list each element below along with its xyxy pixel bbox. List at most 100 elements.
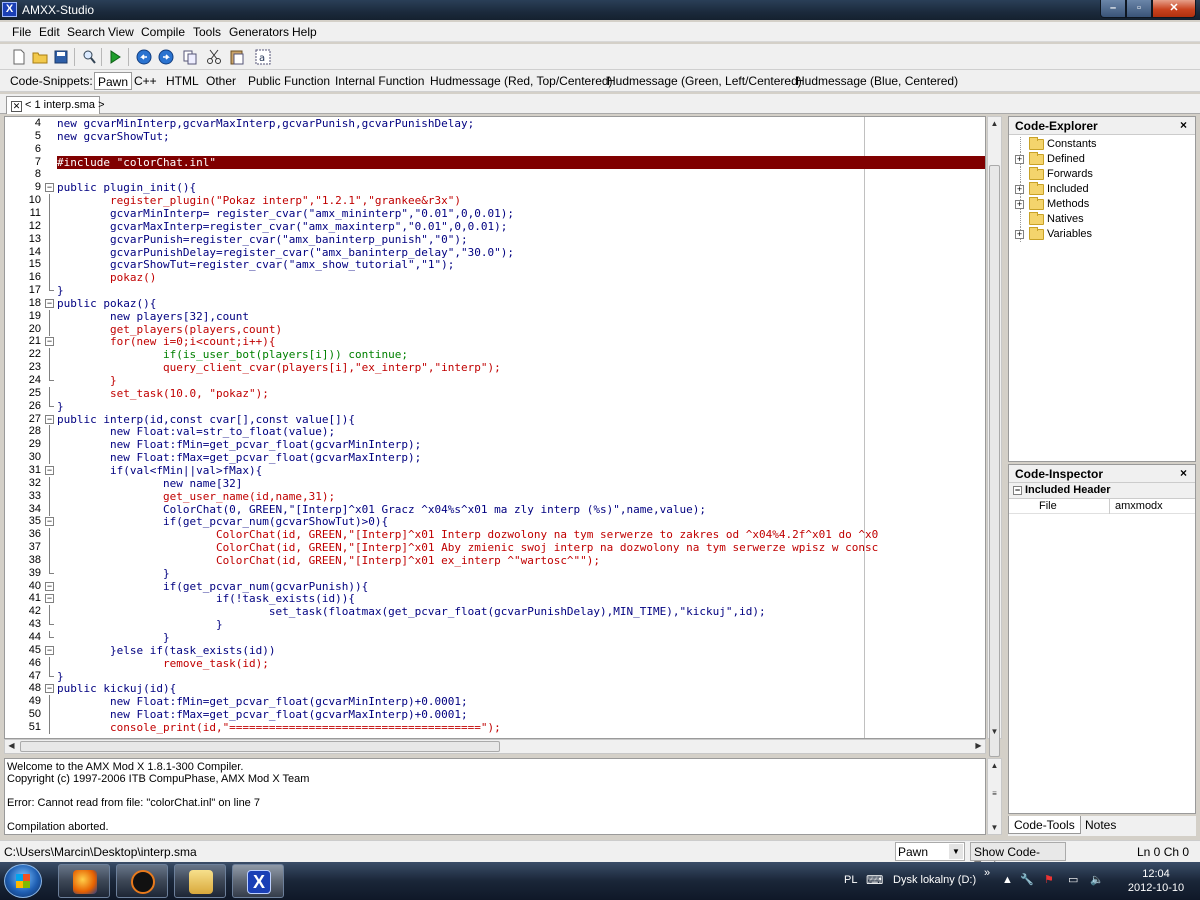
fold-marker[interactable]: − bbox=[45, 413, 54, 426]
error-highlighted-line[interactable]: #include "colorChat.inl" bbox=[57, 155, 985, 169]
redo-icon[interactable] bbox=[157, 48, 175, 66]
code-line[interactable]: public kickuj(id){ bbox=[57, 682, 985, 695]
taskbar-firefox[interactable] bbox=[58, 864, 110, 898]
code-line[interactable]: new gcvarShowTut; bbox=[57, 130, 985, 143]
scroll-thumb-grip-icon[interactable]: ≡ bbox=[988, 789, 1001, 798]
scroll-down-icon[interactable]: ▼ bbox=[988, 823, 1001, 832]
tree-item-included[interactable]: + Included bbox=[1009, 182, 1189, 197]
tree-item-natives[interactable]: Natives bbox=[1009, 212, 1189, 227]
hscroll-thumb[interactable] bbox=[20, 741, 500, 752]
collapse-icon[interactable]: − bbox=[45, 645, 54, 655]
code-line[interactable]: remove_task(id); bbox=[57, 657, 985, 670]
collapse-icon[interactable]: − bbox=[45, 517, 54, 527]
snippet-internal-function[interactable]: Internal Function bbox=[332, 72, 427, 90]
snippet-public-function[interactable]: Public Function bbox=[245, 72, 333, 90]
editor-vertical-scrollbar[interactable]: ▲ ▼ bbox=[987, 116, 1002, 757]
compiler-output[interactable]: Welcome to the AMX Mod X 1.8.1-300 Compi… bbox=[4, 758, 986, 835]
code-line[interactable]: } bbox=[57, 284, 985, 297]
code-line[interactable]: new Float:fMax=get_pcvar_float(gcvarMaxI… bbox=[57, 708, 985, 721]
tree-item-defined[interactable]: + Defined bbox=[1009, 152, 1189, 167]
code-line[interactable] bbox=[57, 168, 985, 181]
snippet-other[interactable]: Other bbox=[203, 72, 239, 90]
menu-search[interactable]: Search bbox=[67, 25, 105, 39]
clock[interactable]: 12:04 2012-10-10 bbox=[1120, 867, 1192, 895]
code-line[interactable]: gcvarMinInterp= register_cvar("amx_minin… bbox=[57, 207, 985, 220]
minimize-button[interactable]: – bbox=[1100, 0, 1126, 18]
tab-interp-sma[interactable]: ✕ < 1 interp.sma > bbox=[6, 96, 105, 114]
toolbar-chevron[interactable]: » bbox=[984, 867, 990, 879]
code-line[interactable]: if(val<fMin||val>fMax){ bbox=[57, 464, 985, 477]
collapse-icon[interactable]: − bbox=[45, 594, 54, 604]
code-line[interactable]: if(is_user_bot(players[i])) continue; bbox=[57, 348, 985, 361]
snippet-cpp[interactable]: C++ bbox=[131, 72, 160, 90]
code-line[interactable]: } bbox=[57, 631, 985, 644]
scroll-down-icon[interactable]: ▼ bbox=[988, 727, 1001, 736]
code-line[interactable]: new Float:val=str_to_float(value); bbox=[57, 425, 985, 438]
cut-icon[interactable] bbox=[205, 48, 223, 66]
fold-marker[interactable]: − bbox=[45, 181, 54, 194]
scroll-up-icon[interactable]: ▲ bbox=[988, 119, 1001, 128]
collapse-icon[interactable]: − bbox=[1013, 486, 1022, 495]
fold-marker[interactable]: − bbox=[45, 644, 54, 657]
disk-label[interactable]: Dysk lokalny (D:) bbox=[893, 874, 976, 886]
taskbar-amxx-studio[interactable]: X bbox=[232, 864, 284, 898]
menu-compile[interactable]: Compile bbox=[141, 25, 185, 39]
chevron-down-icon[interactable]: ▼ bbox=[949, 844, 963, 859]
code-line[interactable]: ColorChat(id, GREEN,"[Interp]^x01 ex_int… bbox=[57, 554, 985, 567]
code-line[interactable]: new Float:fMin=get_pcvar_float(gcvarMinI… bbox=[57, 438, 985, 451]
editor-horizontal-scrollbar[interactable]: ◀ ▶ bbox=[4, 739, 986, 754]
compile-run-icon[interactable] bbox=[106, 48, 124, 66]
network-icon[interactable]: ▭ bbox=[1068, 873, 1078, 886]
close-icon[interactable]: × bbox=[1180, 118, 1187, 132]
close-tab-icon[interactable]: ✕ bbox=[11, 101, 22, 112]
code-area[interactable]: new gcvarMinInterp,gcvarMaxInterp,gcvarP… bbox=[57, 117, 985, 738]
fold-marker[interactable]: − bbox=[45, 464, 54, 477]
fold-marker[interactable]: − bbox=[45, 335, 54, 348]
menu-view[interactable]: View bbox=[108, 25, 134, 39]
collapse-icon[interactable]: − bbox=[45, 298, 54, 308]
close-icon[interactable]: × bbox=[1180, 466, 1187, 480]
action-center-icon[interactable]: ⚑ bbox=[1044, 873, 1054, 886]
tab-code-tools[interactable]: Code-Tools bbox=[1008, 816, 1081, 834]
collapse-icon[interactable]: − bbox=[45, 183, 54, 193]
snippet-hud-green[interactable]: Hudmessage (Green, Left/Centered) bbox=[604, 72, 805, 90]
code-line[interactable]: pokaz() bbox=[57, 271, 985, 284]
open-folder-icon[interactable] bbox=[31, 48, 49, 66]
expand-icon[interactable]: + bbox=[1015, 155, 1024, 164]
scroll-left-icon[interactable]: ◀ bbox=[5, 741, 18, 750]
expand-icon[interactable]: + bbox=[1015, 185, 1024, 194]
scroll-right-icon[interactable]: ▶ bbox=[972, 741, 985, 750]
code-line[interactable]: public plugin_init(){ bbox=[57, 181, 985, 194]
code-line[interactable]: query_client_cvar(players[i],"ex_interp"… bbox=[57, 361, 985, 374]
code-line[interactable]: gcvarShowTut=register_cvar("amx_show_tut… bbox=[57, 258, 985, 271]
fold-marker[interactable]: − bbox=[45, 297, 54, 310]
snippet-hud-red[interactable]: Hudmessage (Red, Top/Centered) bbox=[427, 72, 616, 90]
show-code-tools-button[interactable]: Show Code-Tools bbox=[970, 842, 1066, 873]
code-line[interactable]: gcvarPunish=register_cvar("amx_baninterp… bbox=[57, 233, 985, 246]
tree-item-variables[interactable]: + Variables bbox=[1009, 227, 1189, 242]
code-line[interactable]: console_print(id,"======================… bbox=[57, 721, 985, 734]
code-line[interactable]: get_user_name(id,name,31); bbox=[57, 490, 985, 503]
show-hidden-icons-icon[interactable]: ▲ bbox=[1002, 874, 1013, 886]
code-line[interactable]: set_task(10.0, "pokaz"); bbox=[57, 387, 985, 400]
code-line[interactable]: } bbox=[57, 567, 985, 580]
code-line[interactable]: new Float:fMax=get_pcvar_float(gcvarMaxI… bbox=[57, 451, 985, 464]
collapse-icon[interactable]: − bbox=[45, 465, 54, 475]
code-line[interactable]: ColorChat(id, GREEN,"[Interp]^x01 Aby zm… bbox=[57, 541, 985, 554]
expand-icon[interactable]: + bbox=[1015, 200, 1024, 209]
fold-marker[interactable]: − bbox=[45, 592, 54, 605]
tree-item-constants[interactable]: Constants bbox=[1009, 137, 1189, 152]
inspector-value[interactable]: amxmodx bbox=[1115, 500, 1163, 512]
code-line[interactable]: gcvarMaxInterp=register_cvar("amx_maxint… bbox=[57, 220, 985, 233]
code-line[interactable] bbox=[57, 143, 985, 156]
code-line[interactable]: ColorChat(id, GREEN,"[Interp]^x01 Interp… bbox=[57, 528, 985, 541]
code-line[interactable]: new gcvarMinInterp,gcvarMaxInterp,gcvarP… bbox=[57, 117, 985, 130]
copy-icon[interactable] bbox=[181, 48, 199, 66]
included-header-section[interactable]: − Included Header bbox=[1009, 483, 1195, 499]
code-line[interactable]: public interp(id,const cvar[],const valu… bbox=[57, 413, 985, 426]
scroll-thumb[interactable] bbox=[989, 165, 1000, 757]
fold-marker[interactable]: − bbox=[45, 515, 54, 528]
close-button[interactable]: ✕ bbox=[1152, 0, 1196, 18]
code-line[interactable]: if(get_pcvar_num(gcvarShowTut)>0){ bbox=[57, 515, 985, 528]
taskbar-half-life[interactable] bbox=[116, 864, 168, 898]
